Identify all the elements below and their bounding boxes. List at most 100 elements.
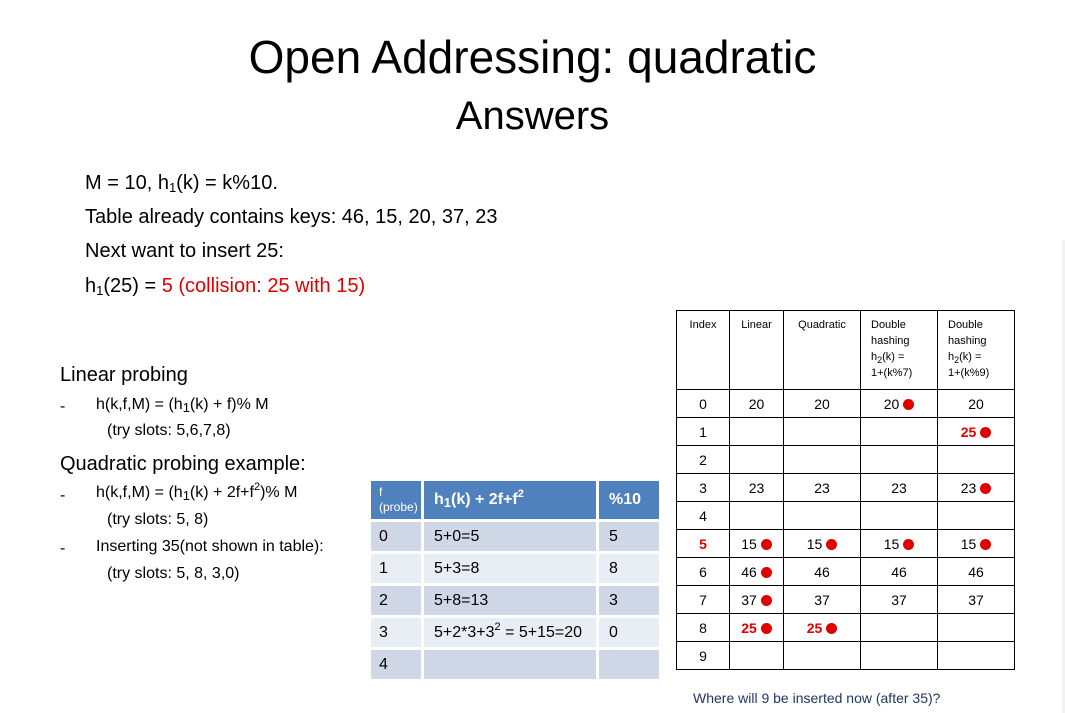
- red-dot-marker: [826, 539, 838, 551]
- probe-mod-cell: 3: [599, 586, 662, 618]
- table-row: 5 15 15 15 15: [676, 529, 1015, 558]
- hash-cell-linear: 25: [729, 613, 784, 642]
- table-row: 4: [676, 501, 1015, 530]
- hash-cell-quadratic: 46: [783, 557, 861, 586]
- cell-value: 37: [741, 591, 757, 608]
- linear-try-slots: (try slots: 5,6,7,8): [107, 422, 231, 439]
- table-row: 3 23 23 23 23: [676, 473, 1015, 502]
- probe-mod-cell: [599, 650, 662, 682]
- quadratic-try-slots: (try slots: 5, 8): [107, 511, 209, 528]
- hash-cell-quadratic: 23: [783, 473, 861, 502]
- hash-cell-dh2: 37: [937, 585, 1015, 614]
- hash-cell-index: 9: [676, 641, 730, 670]
- cell-value: 4: [699, 507, 707, 524]
- red-dot-marker: [903, 399, 915, 411]
- table-row: 1 5+3=8 8: [371, 554, 662, 586]
- hash-cell-dh2: 15: [937, 529, 1015, 558]
- cell-value: 15: [960, 535, 977, 552]
- cell-value: 23: [960, 479, 977, 496]
- hash-cell-dh2: [937, 501, 1015, 530]
- cell-value: 37: [968, 591, 984, 608]
- hash-cell-linear: [729, 445, 784, 474]
- hash-cell-dh2: 46: [937, 557, 1015, 586]
- cell-value: 2: [699, 451, 707, 468]
- probe-f-cell: 3: [371, 618, 424, 650]
- hash-cell-quadratic: [783, 641, 861, 670]
- hash-cell-quadratic: 25: [783, 613, 861, 642]
- header-linear: Linear: [729, 310, 784, 390]
- cell-value: 37: [891, 591, 907, 608]
- hash-cell-linear: [729, 641, 784, 670]
- hash-cell-linear: 20: [729, 389, 784, 418]
- table-row: 2: [676, 445, 1015, 474]
- cell-value: 6: [699, 563, 707, 580]
- cell-value: 20: [814, 395, 830, 412]
- header-index: Index: [676, 310, 730, 390]
- insert-35-text: Inserting 35(not shown in table):: [96, 538, 324, 555]
- header-double-hashing-7: Double hashing h2(k) = 1+(k%7): [860, 310, 938, 390]
- probe-expr-cell: 5+3=8: [424, 554, 599, 586]
- probe-f-cell: 0: [371, 522, 424, 554]
- cell-value: 20: [748, 395, 765, 412]
- bullet-dash: -: [60, 487, 66, 504]
- hash-cell-index: 1: [676, 417, 730, 446]
- hash-cell-linear: 23: [729, 473, 784, 502]
- cell-value: 46: [891, 563, 907, 580]
- hash-cell-quadratic: [783, 417, 861, 446]
- linear-probing-heading: Linear probing: [60, 364, 188, 386]
- hash-cell-dh2: [937, 613, 1015, 642]
- hash-cell-index: 6: [676, 557, 730, 586]
- intro-line-4: h1(25) = 5 (collision: 25 with 15): [85, 275, 366, 298]
- hash-cell-quadratic: [783, 445, 861, 474]
- hash-cell-dh1: 15: [860, 529, 938, 558]
- hash-cell-dh2: 20: [937, 389, 1015, 418]
- hash-cell-quadratic: 37: [783, 585, 861, 614]
- probe-mod-cell: 0: [599, 618, 662, 650]
- hash-table-header: Index Linear Quadratic Double hashing h2(k…: [676, 310, 1015, 390]
- bullet-dash: -: [60, 398, 66, 415]
- red-dot-marker: [760, 595, 772, 607]
- cell-value: 15: [806, 535, 823, 552]
- table-row: 0 20 20 20 20: [676, 389, 1015, 418]
- hash-cell-dh2: 23: [937, 473, 1015, 502]
- hash-cell-dh1: [860, 445, 938, 474]
- hash-cell-linear: 37: [729, 585, 784, 614]
- cell-value: 15: [741, 535, 757, 552]
- cell-value: 1: [699, 423, 707, 440]
- hash-cell-index: 2: [676, 445, 730, 474]
- cell-value: 46: [814, 563, 830, 580]
- probe-expr-cell: 5+2*3+32 = 5+15=20: [424, 618, 599, 650]
- probe-header-f: f (probe): [371, 481, 424, 522]
- cell-value: 23: [891, 479, 907, 496]
- probe-expr-cell: 5+0=5: [424, 522, 599, 554]
- hash-cell-quadratic: [783, 501, 861, 530]
- cell-value: 20: [968, 395, 984, 412]
- probe-f-cell: 4: [371, 650, 424, 682]
- red-dot-marker: [980, 483, 992, 495]
- cell-value: 0: [699, 395, 707, 412]
- probe-header-mod: %10: [599, 481, 662, 522]
- bullet-dash: -: [60, 540, 66, 557]
- hash-cell-linear: 46: [729, 557, 784, 586]
- hash-cell-dh1: [860, 641, 938, 670]
- question-text: Where will 9 be inserted now (after 35)?: [693, 690, 941, 706]
- cell-value: 3: [699, 479, 707, 496]
- probe-expr-cell: [424, 650, 599, 682]
- hash-cell-index: 7: [676, 585, 730, 614]
- cell-value: 25: [741, 619, 757, 636]
- quadratic-probing-heading: Quadratic probing example:: [60, 453, 306, 475]
- hash-cell-index: 8: [676, 613, 730, 642]
- hash-cell-linear: 15: [729, 529, 784, 558]
- hash-cell-dh1: 20: [860, 389, 938, 418]
- table-row: 7 37 37 37 37: [676, 585, 1015, 614]
- cell-value: 8: [699, 619, 707, 636]
- cell-value: 46: [968, 563, 984, 580]
- hash-table: Index Linear Quadratic Double hashing h2(k…: [676, 310, 1015, 670]
- hash-cell-quadratic: 20: [783, 389, 861, 418]
- red-dot-marker: [980, 427, 992, 439]
- hash-cell-quadratic: 15: [783, 529, 861, 558]
- slide-title: Open Addressing: quadratic: [248, 31, 817, 83]
- slide-subtitle: Answers: [455, 94, 610, 138]
- hash-cell-linear: [729, 501, 784, 530]
- hash-cell-linear: [729, 417, 784, 446]
